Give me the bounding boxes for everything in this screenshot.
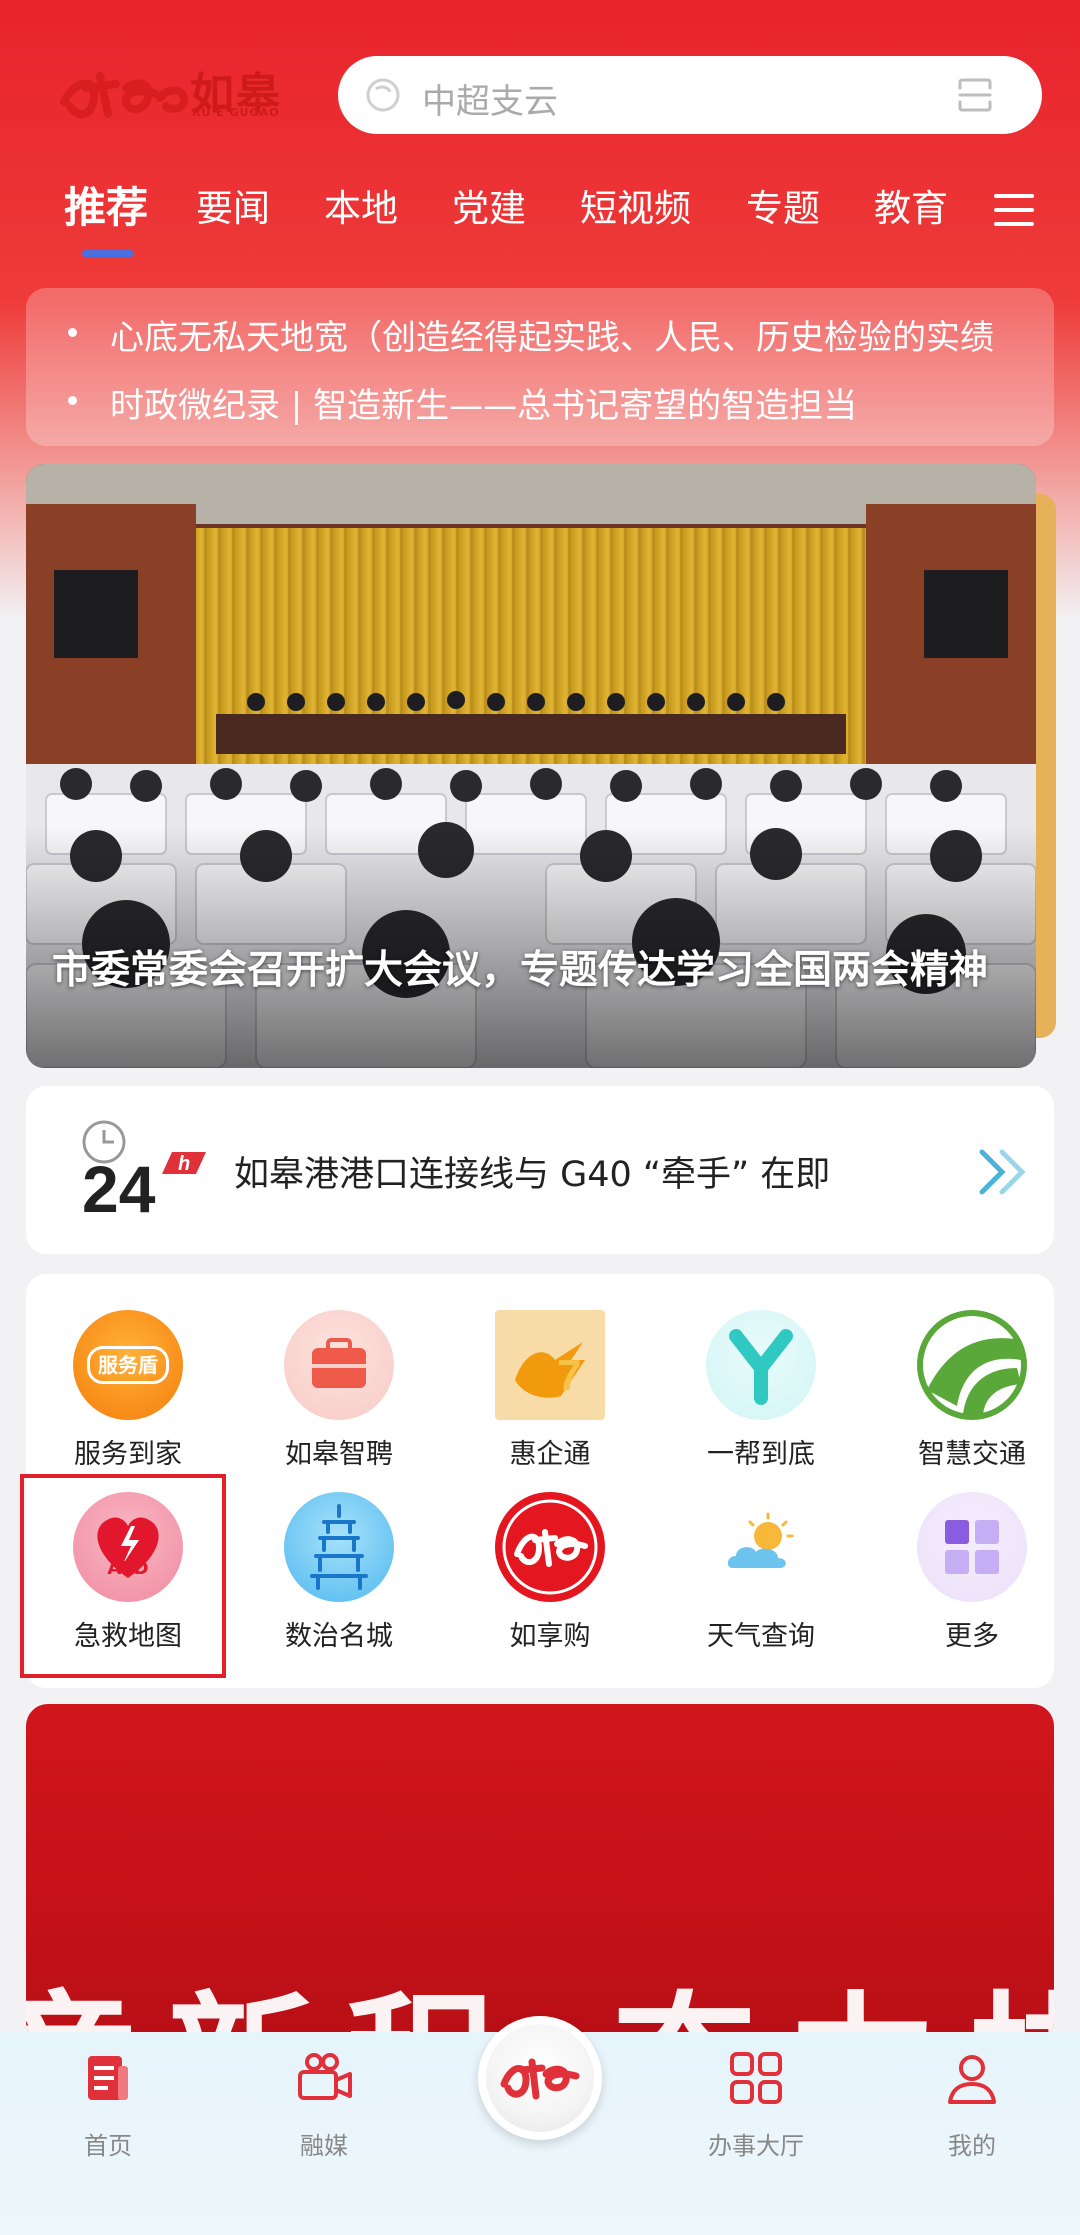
user-icon <box>948 2055 996 2104</box>
service-fuwudaojia[interactable]: 服务盾 服务到家 <box>43 1310 213 1471</box>
service-label: 智慧交通 <box>918 1439 1026 1470</box>
double-chevron-right-icon[interactable] <box>976 1144 1032 1200</box>
grid-more-icon <box>917 1492 1027 1602</box>
service-label: 如享购 <box>509 1621 591 1652</box>
nav-media[interactable]: 融媒 <box>244 2048 404 2161</box>
service-rugao-zhipin[interactable]: 如皋智聘 <box>254 1310 424 1471</box>
headline-banner[interactable]: 市委常委会召开扩大会议，专题传达学习全国两会精神 <box>26 464 1036 1068</box>
service-label: 更多 <box>945 1621 999 1652</box>
nav-mine[interactable]: 我的 <box>892 2048 1052 2161</box>
nav-center-button[interactable] <box>478 2016 602 2140</box>
svg-text:h: h <box>178 1153 190 1175</box>
svg-text:7: 7 <box>557 1351 581 1400</box>
nav-home[interactable]: 首页 <box>28 2048 188 2161</box>
service-label: 惠企通 <box>509 1439 591 1470</box>
pagoda-icon <box>284 1492 394 1602</box>
tab-local[interactable]: 本地 <box>324 178 398 232</box>
service-ruxianggou[interactable]: 如享购 <box>465 1492 635 1653</box>
service-tianqi-chaxun[interactable]: 天气查询 <box>676 1492 846 1653</box>
service-zhihui-jiaotong[interactable]: 智慧交通 <box>887 1310 1057 1471</box>
news-headline[interactable]: 如皋港港口连接线与 G40 “牵手” 在即 <box>234 1146 830 1197</box>
ticker-bullet <box>68 396 77 405</box>
ticker-bullet <box>68 328 77 337</box>
search-icon <box>366 78 400 112</box>
service-label: 如皋智聘 <box>285 1439 393 1470</box>
hand-seven-icon: 7 <box>495 1310 605 1420</box>
active-tab-indicator <box>82 250 134 257</box>
channel-tabs: 推荐 要闻 本地 党建 短视频 专题 教育 <box>0 178 1080 258</box>
service-huiqitong[interactable]: 7 惠企通 <box>465 1310 635 1471</box>
24h-number: 24 <box>82 1152 156 1220</box>
promo-banner[interactable]: 章新程 奋力排 <box>26 1704 1054 2044</box>
nav-label: 我的 <box>948 2132 996 2160</box>
road-icon <box>917 1310 1027 1420</box>
service-label: 数治名城 <box>285 1621 393 1652</box>
news-ticker: 心底无私天地宽（创造经得起实践、人民、历史检验的实绩 时政微纪录 | 智造新生—… <box>26 288 1054 446</box>
video-camera-icon <box>298 2053 352 2100</box>
apps-grid-icon <box>730 2052 782 2104</box>
home-doc-icon <box>88 2056 128 2100</box>
shopping-logo-icon <box>495 1492 605 1602</box>
nav-label: 首页 <box>84 2132 132 2160</box>
tab-party[interactable]: 党建 <box>452 178 526 232</box>
nav-service-hall[interactable]: 办事大厅 <box>676 2048 836 2161</box>
weather-icon <box>706 1492 816 1602</box>
ticker-item[interactable]: 心底无私天地宽（创造经得起实践、人民、历史检验的实绩 <box>110 310 994 359</box>
search-input[interactable]: 中超支云 <box>422 74 558 123</box>
bottom-nav: 首页 融媒 办事大厅 我的 <box>0 2016 1080 2235</box>
briefcase-icon <box>284 1310 394 1420</box>
tab-recommend[interactable]: 推荐 <box>64 174 148 235</box>
nav-label: 融媒 <box>300 2132 348 2160</box>
tab-short-video[interactable]: 短视频 <box>580 178 691 232</box>
tab-education[interactable]: 教育 <box>874 178 948 232</box>
ticker-item[interactable]: 时政微纪录 | 智造新生——总书记寄望的智造担当 <box>110 378 857 427</box>
highlight-box <box>20 1474 226 1678</box>
logo-subtext: RU E GUGAO <box>192 106 280 119</box>
service-yibangdaodi[interactable]: 一帮到底 <box>676 1310 846 1471</box>
service-shield-icon: 服务盾 <box>73 1310 183 1420</box>
tab-headlines[interactable]: 要闻 <box>196 178 270 232</box>
menu-icon[interactable] <box>994 190 1034 230</box>
banner-headline[interactable]: 市委常委会召开扩大会议，专题传达学习全国两会精神 <box>52 946 1012 996</box>
y-letter-icon <box>706 1310 816 1420</box>
service-shield-badge: 服务盾 <box>87 1346 169 1384</box>
search-bar[interactable]: 中超支云 <box>338 56 1042 134</box>
service-label: 一帮到底 <box>707 1439 815 1470</box>
nav-label: 办事大厅 <box>708 2132 804 2160</box>
24h-news-strip[interactable]: 24 h 如皋港港口连接线与 G40 “牵手” 在即 <box>26 1086 1054 1254</box>
next-banner-peek <box>1036 494 1056 1038</box>
service-shuzhi-mingcheng[interactable]: 数治名城 <box>254 1492 424 1653</box>
center-logo-icon <box>486 2024 594 2132</box>
scan-icon[interactable] <box>956 76 994 114</box>
service-label: 天气查询 <box>707 1621 815 1652</box>
tab-special[interactable]: 专题 <box>746 178 820 232</box>
24h-clock-icon: 24 h <box>82 1120 206 1220</box>
service-label: 服务到家 <box>74 1439 182 1470</box>
service-more[interactable]: 更多 <box>887 1492 1057 1653</box>
